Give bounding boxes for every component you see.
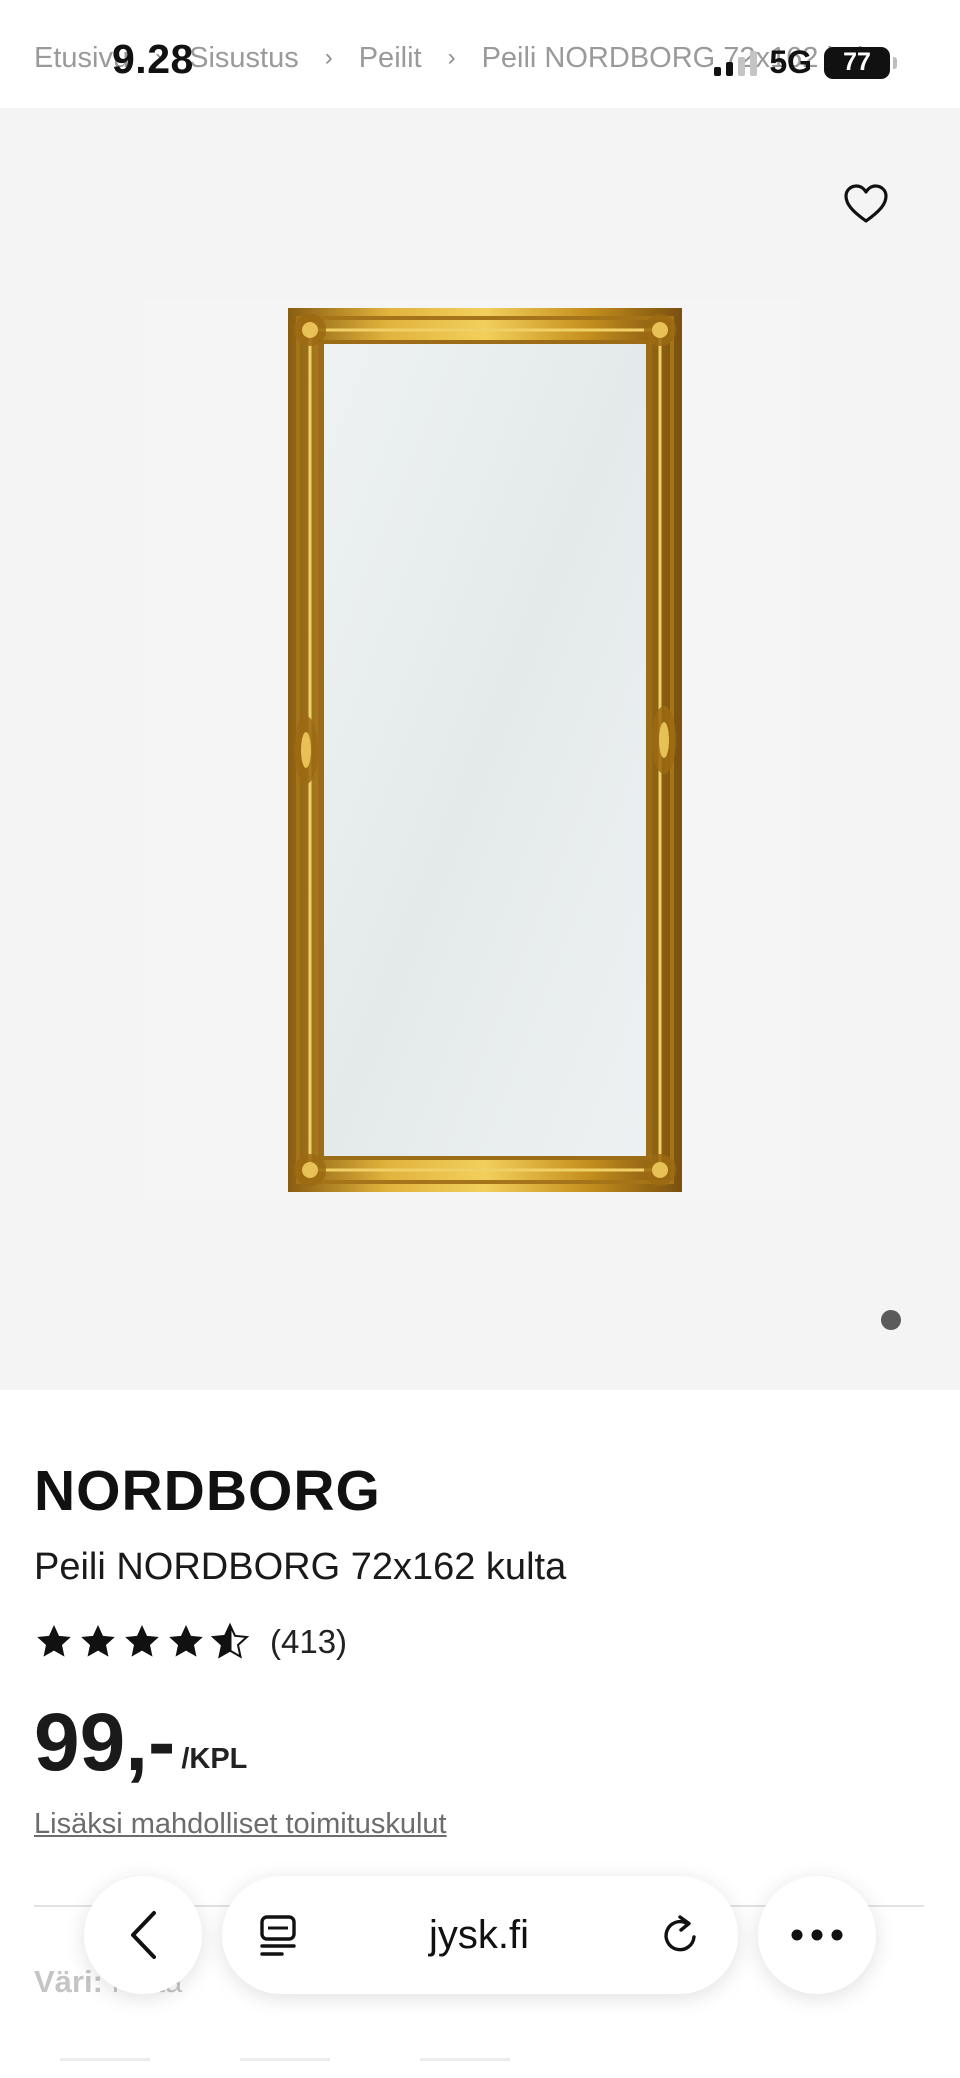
battery-level: 77: [843, 48, 871, 76]
signal-icon: [714, 50, 758, 76]
product-brand: NORDBORG: [34, 1459, 381, 1523]
price-unit: /KPL: [181, 1743, 248, 1775]
breadcrumb-sisustus[interactable]: Sisustus: [189, 42, 299, 75]
gallery-pagination-dot[interactable]: [881, 1310, 901, 1330]
color-label: Väri:: [34, 1964, 103, 1999]
tabs-icon[interactable]: [258, 1914, 298, 1956]
browser-more-button[interactable]: [758, 1876, 876, 1994]
battery-icon: 77: [824, 46, 897, 79]
product-image-mirror: [288, 308, 682, 1192]
color-swatch[interactable]: [420, 2058, 510, 2078]
browser-url[interactable]: jysk.fi: [429, 1913, 529, 1958]
star-full-icon: [37, 1625, 71, 1657]
browser-back-button[interactable]: [84, 1876, 202, 1994]
shipping-costs-link[interactable]: Lisäksi mahdolliset toimituskulut: [34, 1808, 447, 1841]
color-swatch[interactable]: [60, 2058, 150, 2078]
star-full-icon: [81, 1625, 115, 1657]
breadcrumb-peilit[interactable]: Peilit: [359, 42, 422, 75]
rating-stars: [34, 1622, 250, 1662]
chevron-left-icon: [131, 1911, 156, 1959]
status-icons: 5G 77: [714, 44, 897, 81]
star-half-icon: [210, 1622, 250, 1659]
color-swatch[interactable]: [240, 2058, 330, 2078]
product-price: 99,- /KPL: [34, 1702, 247, 1784]
product-gallery[interactable]: [0, 108, 960, 1390]
color-swatches: [60, 2058, 510, 2078]
product-name: Peili NORDBORG 72x162 kulta: [34, 1546, 567, 1588]
browser-address-bar[interactable]: jysk.fi: [222, 1876, 738, 1994]
heart-icon: [844, 184, 888, 223]
favorite-button[interactable]: [836, 174, 896, 234]
top-bar: Etusivu › Sisustus › Peilit › Peili NORD…: [0, 0, 960, 108]
star-full-icon: [169, 1625, 203, 1657]
network-type: 5G: [769, 44, 812, 80]
chevron-right-icon: ›: [447, 44, 456, 71]
price-value: 99,-: [34, 1697, 176, 1788]
reload-icon[interactable]: [660, 1913, 702, 1957]
chevron-right-icon: ›: [324, 44, 333, 71]
status-time: 9.28: [112, 36, 194, 82]
star-full-icon: [125, 1625, 159, 1657]
more-dots-icon: [791, 1929, 843, 1941]
review-count[interactable]: (413): [270, 1623, 347, 1661]
product-rating[interactable]: (413): [34, 1622, 347, 1662]
